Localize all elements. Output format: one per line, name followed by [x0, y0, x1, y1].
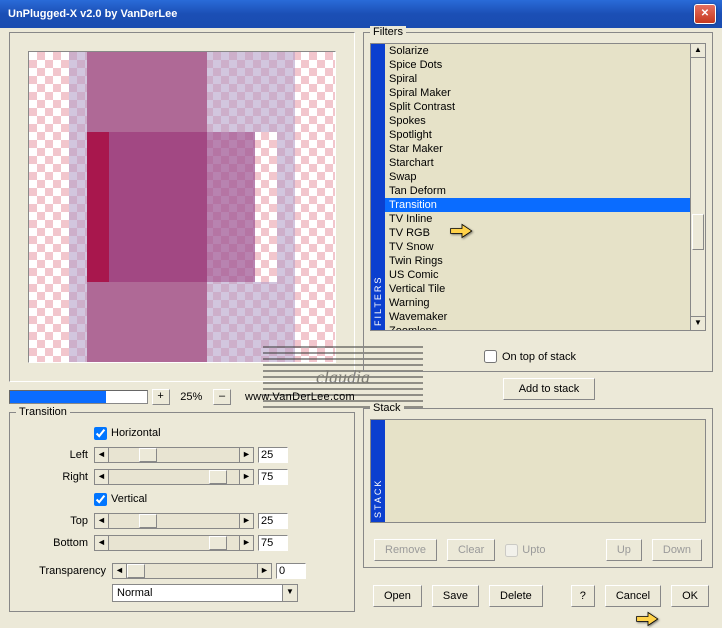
filters-list: FILTERS SolarizeSpice DotsSpiralSpiral M… [370, 43, 706, 331]
filter-item[interactable]: Swap [385, 170, 690, 184]
filters-fieldset: Filters FILTERS SolarizeSpice DotsSpiral… [363, 32, 713, 372]
stack-legend: Stack [370, 402, 404, 414]
arrow-left-icon[interactable]: ◄ [95, 536, 109, 550]
filters-scrollbar[interactable]: ▲ ▼ [690, 44, 705, 330]
zoom-slider[interactable] [9, 390, 148, 404]
right-value[interactable]: 75 [258, 469, 288, 485]
top-label: Top [18, 515, 94, 527]
left-value[interactable]: 25 [258, 447, 288, 463]
horizontal-label: Horizontal [111, 427, 161, 439]
pointing-hand-icon [635, 610, 661, 628]
arrow-right-icon[interactable]: ► [239, 514, 253, 528]
vendor-url: www.VanDerLee.com [245, 391, 355, 403]
arrow-right-icon[interactable]: ► [239, 448, 253, 462]
zoom-row: + 25% – www.VanDerLee.com [9, 388, 355, 406]
title-bar: UnPlugged-X v2.0 by VanDerLee ✕ [0, 0, 722, 28]
preview-image [28, 51, 336, 363]
filter-item[interactable]: Tan Deform [385, 184, 690, 198]
filter-item[interactable]: Warning [385, 296, 690, 310]
filter-item[interactable]: TV RGB [385, 226, 690, 240]
dialog-buttons: Open Save Delete ? Cancel OK [373, 585, 709, 607]
filter-item[interactable]: TV Snow [385, 240, 690, 254]
transparency-slider[interactable]: ◄► [112, 563, 272, 579]
filter-item[interactable]: Spiral [385, 72, 690, 86]
scroll-thumb[interactable] [692, 214, 704, 250]
clear-button[interactable]: Clear [447, 539, 495, 561]
filter-item[interactable]: Spice Dots [385, 58, 690, 72]
save-button[interactable]: Save [432, 585, 479, 607]
arrow-right-icon[interactable]: ► [239, 470, 253, 484]
vertical-checkbox[interactable] [94, 493, 107, 506]
upto-checkbox[interactable] [505, 544, 518, 557]
filter-item[interactable]: Spokes [385, 114, 690, 128]
cancel-button[interactable]: Cancel [605, 585, 661, 607]
filter-item[interactable]: Transition [385, 198, 690, 212]
right-slider[interactable]: ◄► [94, 469, 254, 485]
window-title: UnPlugged-X v2.0 by VanDerLee [8, 8, 177, 20]
transition-legend: Transition [16, 406, 70, 418]
transition-fieldset: Transition Horizontal Left ◄► 25 Right ◄… [9, 412, 355, 612]
filters-legend: Filters [370, 26, 406, 38]
scroll-down-icon[interactable]: ▼ [691, 316, 705, 330]
top-slider[interactable]: ◄► [94, 513, 254, 529]
filter-item[interactable]: Zoomlens [385, 324, 690, 330]
filter-item[interactable]: Star Maker [385, 142, 690, 156]
filters-sidebar-label: FILTERS [371, 44, 385, 330]
transparency-label: Transparency [24, 565, 112, 577]
ontop-label: On top of stack [502, 351, 576, 363]
preview-panel [9, 32, 355, 382]
upto-label: Upto [522, 544, 545, 556]
filters-list-body[interactable]: SolarizeSpice DotsSpiralSpiral MakerSpli… [385, 44, 690, 330]
vertical-label: Vertical [111, 493, 147, 505]
remove-button[interactable]: Remove [374, 539, 437, 561]
ok-button[interactable]: OK [671, 585, 709, 607]
up-button[interactable]: Up [606, 539, 642, 561]
bottom-slider[interactable]: ◄► [94, 535, 254, 551]
add-to-stack-button[interactable]: Add to stack [503, 378, 595, 400]
stack-list: STACK [370, 419, 706, 523]
bottom-value[interactable]: 75 [258, 535, 288, 551]
arrow-left-icon[interactable]: ◄ [95, 448, 109, 462]
zoom-out-button[interactable]: – [213, 389, 231, 405]
filter-item[interactable]: Spiral Maker [385, 86, 690, 100]
left-label: Left [18, 449, 94, 461]
delete-button[interactable]: Delete [489, 585, 543, 607]
filter-item[interactable]: US Comic [385, 268, 690, 282]
filter-item[interactable]: Vertical Tile [385, 282, 690, 296]
blend-mode-value: Normal [117, 587, 152, 599]
zoom-value: 25% [170, 391, 214, 403]
bottom-label: Bottom [18, 537, 94, 549]
transparency-value[interactable]: 0 [276, 563, 306, 579]
close-button[interactable]: ✕ [694, 4, 716, 24]
arrow-right-icon[interactable]: ► [239, 536, 253, 550]
arrow-left-icon[interactable]: ◄ [95, 470, 109, 484]
left-slider[interactable]: ◄► [94, 447, 254, 463]
top-value[interactable]: 25 [258, 513, 288, 529]
stack-fieldset: Stack STACK Remove Clear Upto Up Down [363, 408, 713, 568]
zoom-in-button[interactable]: + [152, 389, 170, 405]
filter-item[interactable]: Solarize [385, 44, 690, 58]
down-button[interactable]: Down [652, 539, 702, 561]
help-button[interactable]: ? [571, 585, 595, 607]
scroll-up-icon[interactable]: ▲ [691, 44, 705, 58]
stack-sidebar-label: STACK [371, 420, 385, 522]
arrow-left-icon[interactable]: ◄ [95, 514, 109, 528]
client-area: claudia + 25% – www.VanDerLee.com Transi… [3, 28, 719, 613]
filter-item[interactable]: Split Contrast [385, 100, 690, 114]
filter-item[interactable]: Spotlight [385, 128, 690, 142]
arrow-right-icon[interactable]: ► [257, 564, 271, 578]
chevron-down-icon[interactable]: ▼ [282, 585, 297, 601]
open-button[interactable]: Open [373, 585, 422, 607]
ontop-checkbox[interactable] [484, 350, 497, 363]
right-label: Right [18, 471, 94, 483]
ontop-row: On top of stack [484, 350, 576, 363]
arrow-left-icon[interactable]: ◄ [113, 564, 127, 578]
filter-item[interactable]: TV Inline [385, 212, 690, 226]
blend-mode-select[interactable]: Normal ▼ [112, 584, 298, 602]
filter-item[interactable]: Twin Rings [385, 254, 690, 268]
horizontal-checkbox[interactable] [94, 427, 107, 440]
stack-list-body[interactable] [385, 420, 705, 522]
filter-item[interactable]: Starchart [385, 156, 690, 170]
filter-item[interactable]: Wavemaker [385, 310, 690, 324]
